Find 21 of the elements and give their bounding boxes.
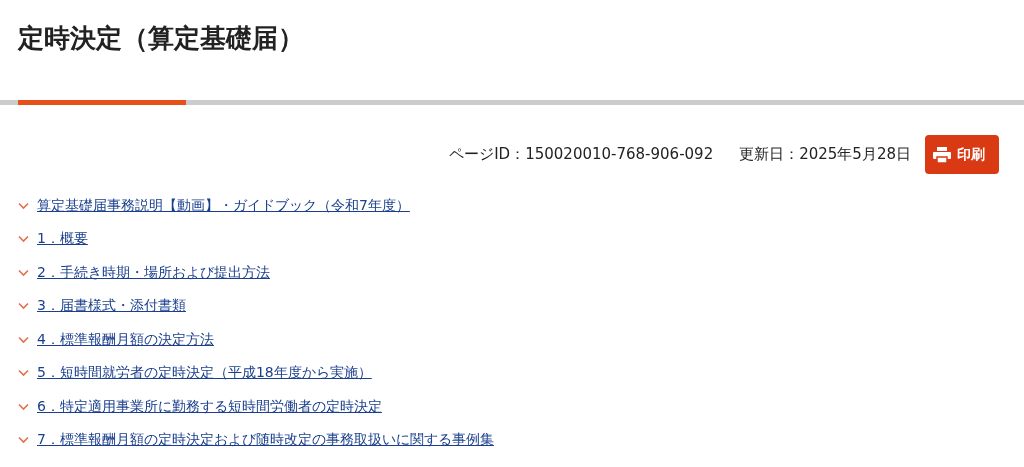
section-link[interactable]: 算定基礎届事務説明【動画】・ガイドブック（令和7年度） <box>37 196 410 215</box>
section-link[interactable]: 6．特定適用事業所に勤務する短時間労働者の定時決定 <box>37 397 382 416</box>
page-id: ページID：150020010-768-906-092 <box>449 145 714 164</box>
updated-date: 更新日：2025年5月28日 <box>739 145 911 164</box>
chevron-down-icon <box>18 235 29 244</box>
section-link[interactable]: 1．概要 <box>37 230 88 249</box>
chevron-down-icon <box>18 302 29 311</box>
section-link[interactable]: 7．標準報酬月額の定時決定および随時改定の事務取扱いに関する事例集 <box>37 431 494 450</box>
chevron-down-icon <box>18 335 29 344</box>
section-link[interactable]: 4．標準報酬月額の決定方法 <box>37 330 214 349</box>
section-link[interactable]: 5．短時間就労者の定時決定（平成18年度から実施） <box>37 364 372 383</box>
section-link[interactable]: 2．手続き時期・場所および提出方法 <box>37 263 270 282</box>
chevron-down-icon <box>18 201 29 210</box>
page-title: 定時決定（算定基礎届） <box>16 22 305 55</box>
chevron-down-icon <box>18 436 29 445</box>
printer-icon <box>933 146 951 163</box>
print-button[interactable]: 印刷 <box>925 135 999 174</box>
chevron-down-icon <box>18 402 29 411</box>
section-link[interactable]: 3．届書様式・添付書類 <box>37 297 186 316</box>
chevron-down-icon <box>18 369 29 378</box>
chevron-down-icon <box>18 268 29 277</box>
